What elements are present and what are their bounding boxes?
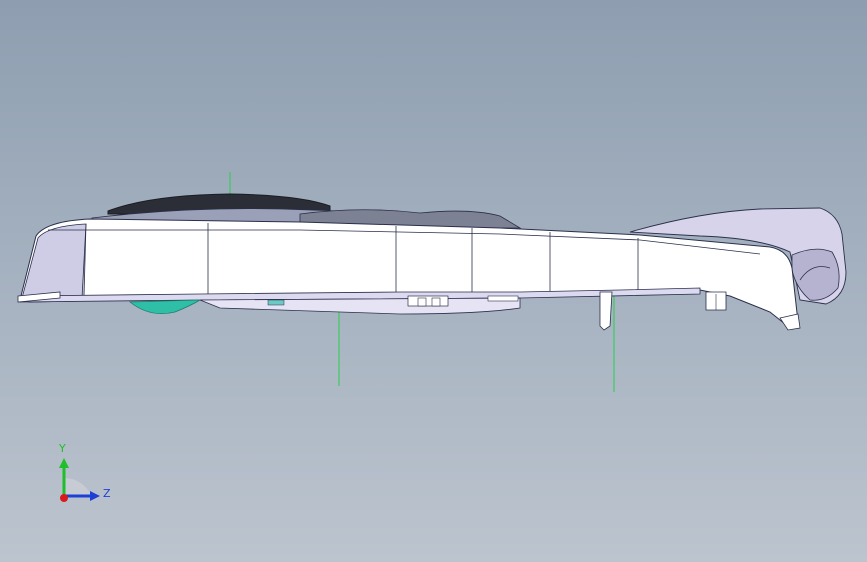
z-axis-label: Z <box>103 487 111 500</box>
y-axis-arrow <box>59 458 69 468</box>
rear-peg-1 <box>599 291 613 331</box>
coordinate-triad[interactable]: Y Z <box>48 440 118 510</box>
front-shade <box>21 223 87 299</box>
teal-accent <box>128 299 202 315</box>
underside-clip-2 <box>407 295 449 307</box>
underside-clip-1 <box>267 299 285 306</box>
x-axis-dot <box>60 494 68 502</box>
underside-clip-3 <box>417 297 427 307</box>
triad-plane-indicator <box>64 478 92 496</box>
underside-clip-4 <box>431 297 441 307</box>
underside-strip <box>199 297 521 315</box>
graphics-viewport[interactable]: Y Z <box>0 0 867 562</box>
underside-clip-5 <box>487 295 519 302</box>
cad-model-side-view[interactable] <box>0 0 867 562</box>
y-axis-label: Y <box>58 442 66 455</box>
z-axis-arrow <box>90 491 100 501</box>
